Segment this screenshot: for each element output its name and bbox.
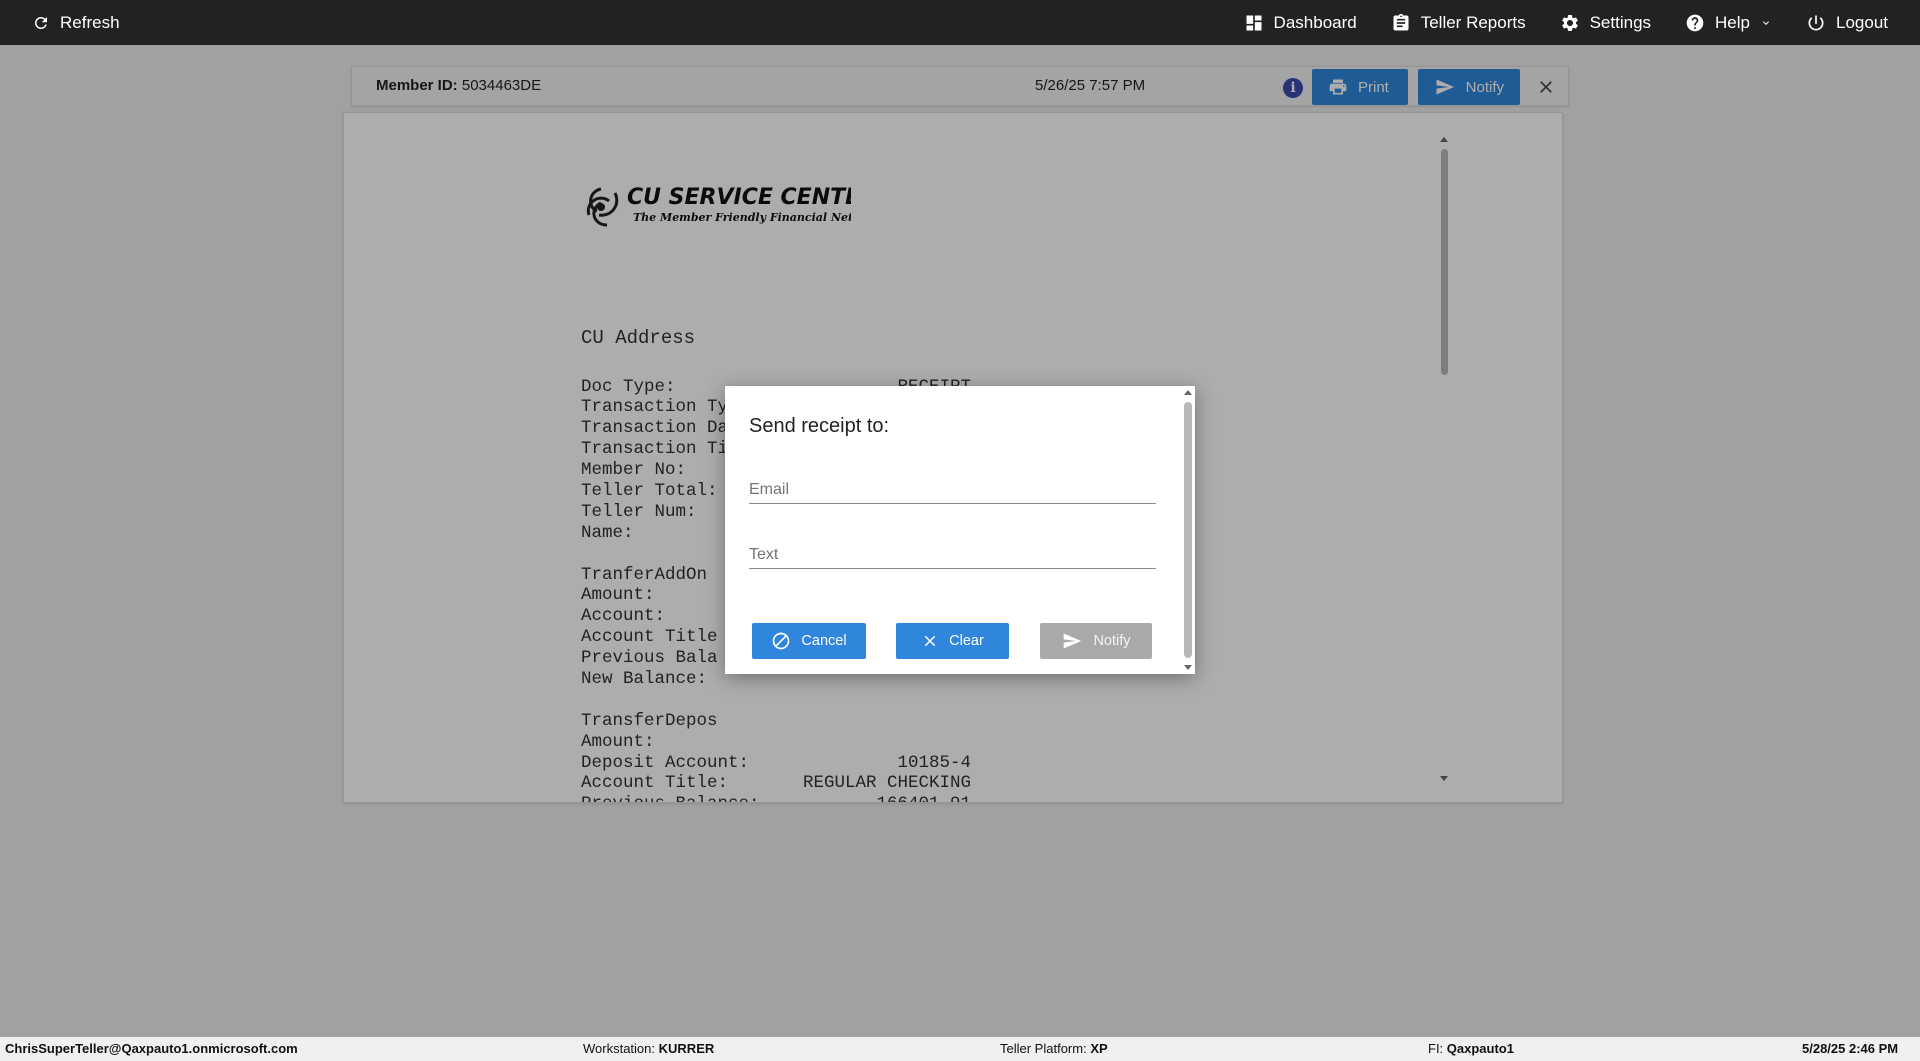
status-workstation: Workstation: KURRER [583, 1041, 715, 1056]
text-input[interactable] [749, 535, 1156, 568]
cancel-icon [773, 632, 790, 650]
status-platform: Teller Platform: XP [1000, 1041, 1108, 1056]
dialog-notify-button[interactable]: Notify [1040, 623, 1152, 659]
dialog-notify-button-label: Notify [1093, 633, 1131, 649]
dialog-title: Send receipt to: [749, 415, 890, 437]
nav-logout[interactable]: Logout [1806, 0, 1888, 45]
nav-dashboard[interactable]: Dashboard [1244, 0, 1357, 45]
nav-settings-label: Settings [1589, 12, 1652, 32]
chevron-down-icon [1763, 20, 1769, 25]
email-input[interactable] [749, 470, 1156, 503]
cancel-button-label: Cancel [801, 633, 847, 649]
nav-help-label: Help [1715, 12, 1750, 32]
nav-teller-reports-label: Teller Reports [1420, 12, 1526, 32]
email-field[interactable] [749, 470, 1156, 504]
cancel-button[interactable]: Cancel [752, 623, 866, 659]
status-user: ChrisSuperTeller@Qaxpauto1.onmicrosoft.c… [5, 1041, 298, 1056]
clipboard-icon [1393, 13, 1409, 31]
nav-help[interactable]: Help [1685, 0, 1772, 45]
clear-button[interactable]: Clear [896, 623, 1009, 659]
nav-dashboard-label: Dashboard [1273, 12, 1357, 32]
top-nav-bar: Refresh Dashboard Teller Reports Setting… [0, 0, 1920, 45]
send-icon [1064, 633, 1082, 649]
refresh-label: Refresh [60, 12, 120, 32]
send-receipt-dialog: Send receipt to: Cancel Clear Notify [725, 386, 1195, 674]
gear-icon [1561, 14, 1578, 31]
dashboard-icon [1246, 15, 1262, 30]
dialog-scrollbar[interactable] [1181, 386, 1195, 674]
power-icon [1808, 15, 1824, 30]
nav-teller-reports[interactable]: Teller Reports [1391, 0, 1526, 45]
nav-logout-label: Logout [1836, 12, 1888, 32]
refresh-icon [34, 16, 47, 29]
status-datetime: 5/28/25 2:46 PM [1802, 1041, 1899, 1056]
refresh-button[interactable]: Refresh [32, 0, 120, 45]
help-icon [1686, 14, 1704, 31]
text-field[interactable] [749, 535, 1156, 569]
clear-button-label: Clear [949, 633, 984, 649]
status-bar: ChrisSuperTeller@Qaxpauto1.onmicrosoft.c… [0, 1037, 1920, 1061]
status-fi: FI: Qaxpauto1 [1428, 1041, 1514, 1056]
clear-icon [924, 635, 936, 647]
nav-settings[interactable]: Settings [1560, 0, 1651, 45]
